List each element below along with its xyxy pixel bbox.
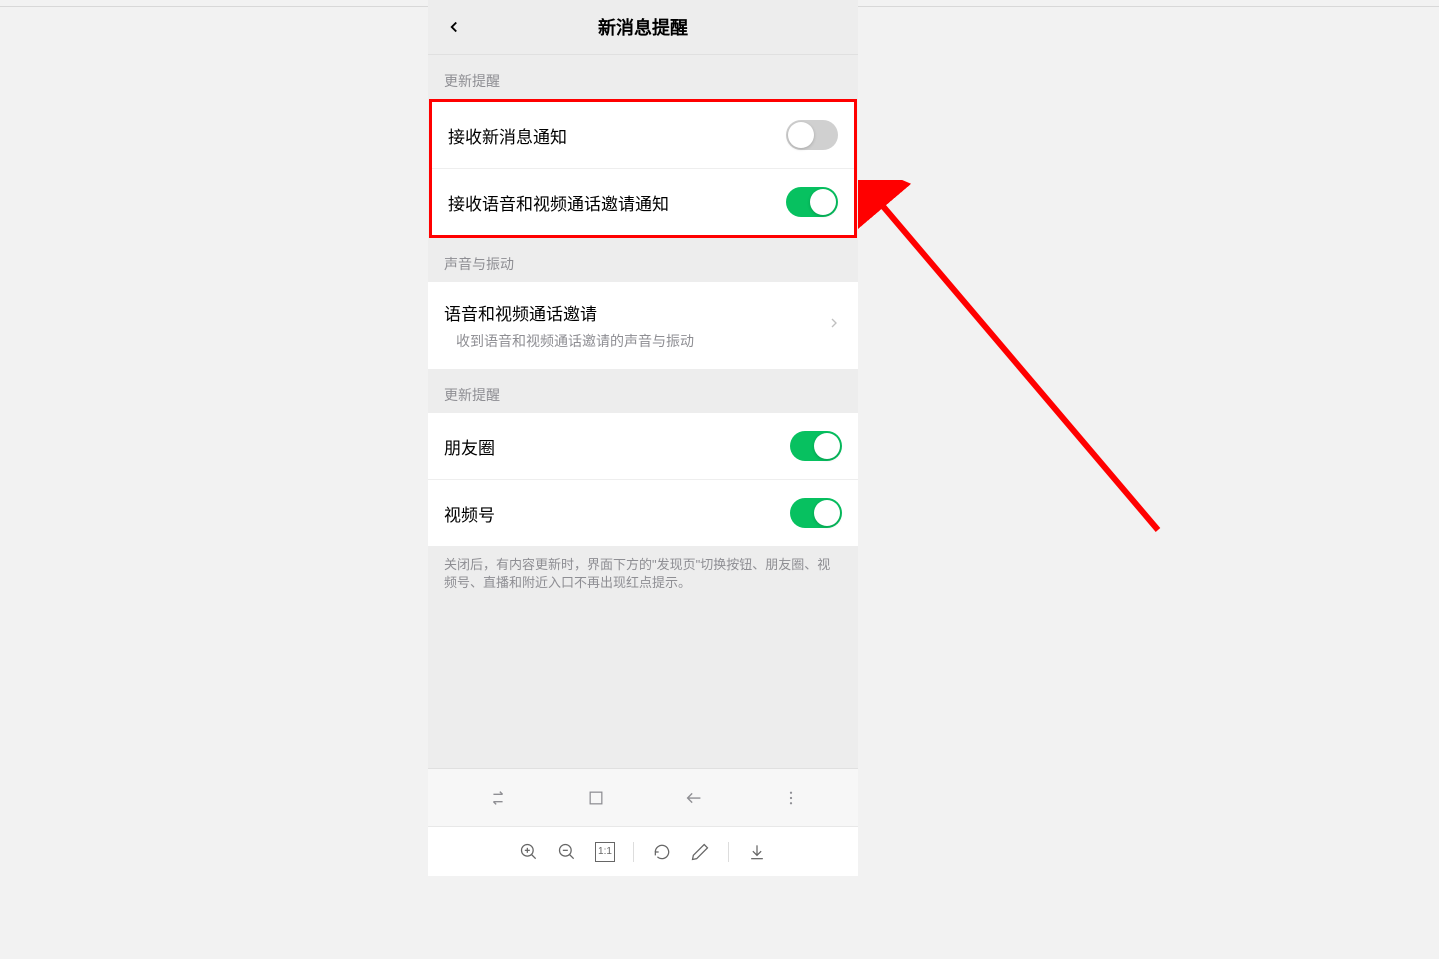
zoom-out-button[interactable] bbox=[557, 842, 577, 862]
footer-note: 关闭后，有内容更新时，界面下方的"发现页"切换按钮、朋友圈、视频号、直播和附近入… bbox=[428, 546, 858, 602]
receive-voice-video-row[interactable]: 接收语音和视频通话邀请通知 bbox=[432, 169, 854, 235]
back-button[interactable] bbox=[442, 15, 466, 39]
viewer-toolbar: 1:1 bbox=[428, 826, 858, 876]
section-header-sound: 声音与振动 bbox=[428, 238, 858, 282]
system-nav-bar bbox=[428, 768, 858, 826]
receive-voice-video-toggle[interactable] bbox=[786, 187, 838, 217]
download-button[interactable] bbox=[747, 842, 767, 862]
zoom-in-button[interactable] bbox=[519, 842, 539, 862]
receive-voice-video-label: 接收语音和视频通话邀请通知 bbox=[448, 190, 786, 215]
page-title: 新消息提醒 bbox=[428, 14, 858, 40]
chevron-right-icon bbox=[826, 315, 842, 336]
zoom-actual-button[interactable]: 1:1 bbox=[595, 842, 615, 862]
nav-back-icon[interactable] bbox=[683, 787, 705, 809]
moments-label: 朋友圈 bbox=[444, 434, 790, 459]
moments-row[interactable]: 朋友圈 bbox=[428, 413, 858, 480]
receive-new-message-toggle[interactable] bbox=[786, 120, 838, 150]
nav-recent-icon[interactable] bbox=[487, 787, 509, 809]
rotate-button[interactable] bbox=[652, 842, 672, 862]
annotation-arrow bbox=[858, 180, 1178, 540]
section-header-notifications: 更新提醒 bbox=[428, 55, 858, 99]
receive-new-message-label: 接收新消息通知 bbox=[448, 123, 786, 148]
channels-row[interactable]: 视频号 bbox=[428, 480, 858, 546]
edit-button[interactable] bbox=[690, 842, 710, 862]
voice-video-invite-sublabel: 收到语音和视频通话邀请的声音与振动 bbox=[444, 331, 826, 351]
notification-settings-group: 接收新消息通知 接收语音和视频通话邀请通知 bbox=[429, 99, 857, 238]
section-header-update: 更新提醒 bbox=[428, 369, 858, 413]
sound-vibration-group: 语音和视频通话邀请 收到语音和视频通话邀请的声音与振动 bbox=[428, 282, 858, 369]
phone-screen: 新消息提醒 更新提醒 接收新消息通知 接收语音和视频通话邀请通知 声音与振动 语… bbox=[428, 0, 858, 826]
header-bar: 新消息提醒 bbox=[428, 0, 858, 55]
voice-video-invite-row[interactable]: 语音和视频通话邀请 收到语音和视频通话邀请的声音与振动 bbox=[428, 282, 858, 369]
channels-label: 视频号 bbox=[444, 501, 790, 526]
toolbar-divider bbox=[633, 842, 634, 862]
nav-home-icon[interactable] bbox=[586, 788, 606, 808]
toolbar-divider-2 bbox=[728, 842, 729, 862]
moments-toggle[interactable] bbox=[790, 431, 842, 461]
channels-toggle[interactable] bbox=[790, 498, 842, 528]
voice-video-invite-label: 语音和视频通话邀请 bbox=[444, 300, 826, 325]
update-reminder-group: 朋友圈 视频号 bbox=[428, 413, 858, 546]
nav-menu-icon[interactable] bbox=[782, 789, 800, 807]
receive-new-message-row[interactable]: 接收新消息通知 bbox=[432, 102, 854, 169]
